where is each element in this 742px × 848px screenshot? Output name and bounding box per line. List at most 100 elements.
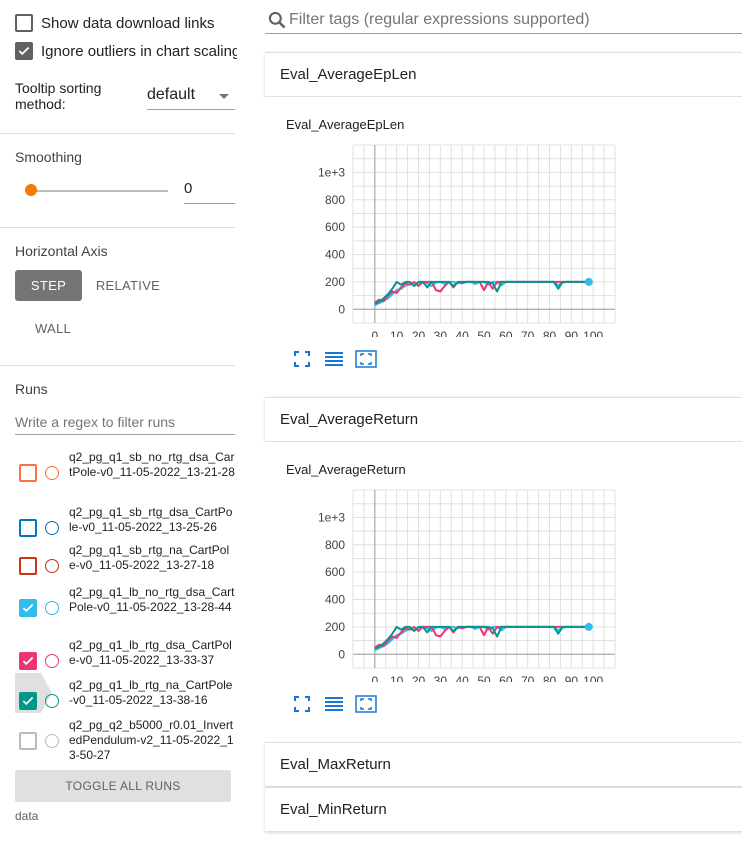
y-tick-label: 0 (338, 647, 345, 661)
chart-card-eval-averageeplen: Eval_AverageEpLen 0 10 20 30 40 50 60 70 80 90 100… (265, 97, 742, 395)
run-color-swatch[interactable] (45, 465, 59, 480)
smoothing-slider-track[interactable] (31, 190, 168, 192)
x-tick-label: 60 (499, 674, 513, 682)
card-header-eval-minreturn[interactable]: Eval_MinReturn (265, 787, 742, 832)
x-tick-label: 0 (371, 329, 378, 337)
toggle-log-scale-icon[interactable] (322, 692, 346, 716)
run-checkbox[interactable] (19, 556, 37, 575)
x-tick-label: 30 (434, 674, 448, 682)
y-tick-label: 1e+3 (318, 510, 345, 524)
check-icon (22, 656, 34, 665)
card-header-eval-averageeplen[interactable]: Eval_AverageEpLen (265, 52, 742, 97)
x-tick-label: 90 (565, 329, 579, 337)
run-color-swatch[interactable] (45, 653, 59, 668)
divider (0, 227, 235, 228)
show-download-links-label: Show data download links (41, 14, 215, 32)
tooltip-sorting-value: default (147, 86, 196, 103)
x-tick-label: 30 (434, 329, 448, 337)
run-checkbox[interactable] (19, 691, 37, 710)
check-icon (22, 603, 34, 612)
y-tick-label: 200 (325, 275, 345, 289)
card-header-eval-averagereturn[interactable]: Eval_AverageReturn (265, 397, 742, 442)
x-tick-label: 20 (412, 329, 426, 337)
card-title: Eval_MaxReturn (280, 756, 391, 773)
tooltip-sorting-select[interactable]: default (147, 84, 235, 110)
show-download-links-toggle[interactable]: Show data download links (15, 14, 237, 32)
fullscreen-icon[interactable] (290, 347, 314, 371)
axis-wall-button[interactable]: WALL (27, 313, 79, 344)
horizontal-axis-title: Horizontal Axis (15, 243, 108, 259)
divider (0, 133, 235, 134)
line-chart[interactable]: 0 10 20 30 40 50 60 70 80 90 100 0 200 400 600 800 1e+3 (265, 442, 742, 682)
run-label: q2_pg_q1_sb_rtg_dsa_CartPole-v0_11-05-20… (69, 505, 233, 534)
run-color-swatch[interactable] (45, 520, 59, 535)
line-chart[interactable]: 0 10 20 30 40 50 60 70 80 90 100 0 200 400 600 800 1e+3 (265, 97, 742, 337)
x-tick-label: 70 (521, 329, 535, 337)
ignore-outliers-toggle[interactable]: Ignore outliers in chart scaling (15, 42, 237, 60)
x-tick-label: 100 (583, 329, 603, 337)
x-tick-label: 10 (390, 674, 404, 682)
smoothing-input[interactable]: 0 (184, 180, 235, 204)
card-title: Eval_AverageEpLen (280, 66, 417, 83)
x-tick-label: 80 (543, 329, 557, 337)
card-title: Eval_MinReturn (280, 801, 387, 818)
run-checkbox[interactable] (19, 463, 37, 482)
ignore-outliers-label: Ignore outliers in chart scaling (41, 42, 237, 60)
card-title: Eval_AverageReturn (280, 411, 419, 428)
check-icon (18, 46, 30, 56)
toggle-all-runs-button[interactable]: TOGGLE ALL RUNS (15, 770, 231, 802)
fit-domain-icon[interactable] (354, 347, 378, 371)
fullscreen-icon[interactable] (290, 692, 314, 716)
run-color-swatch[interactable] (45, 600, 59, 615)
smoothing-slider-thumb[interactable] (25, 184, 37, 196)
run-checkbox[interactable] (19, 651, 37, 670)
filter-tags-input[interactable]: Filter tags (regular expressions support… (265, 6, 742, 34)
fit-domain-icon[interactable] (354, 692, 378, 716)
y-tick-label: 1e+3 (318, 165, 345, 179)
axis-step-button[interactable]: STEP (15, 270, 82, 301)
x-tick-label: 50 (477, 674, 491, 682)
run-checkbox[interactable] (19, 731, 37, 750)
card-header-eval-maxreturn[interactable]: Eval_MaxReturn (265, 742, 742, 787)
y-tick-label: 200 (325, 620, 345, 634)
run-label: q2_pg_q2_b5000_r0.01_InvertedPendulum-v2… (69, 718, 234, 762)
axis-relative-button[interactable]: RELATIVE (92, 270, 164, 301)
run-label: q2_pg_q1_lb_rtg_dsa_CartPole-v0_11-05-20… (69, 638, 232, 667)
tooltip-sorting-label: Tooltip sorting method: (15, 80, 102, 112)
y-tick-label: 600 (325, 220, 345, 234)
runs-title: Runs (15, 381, 48, 397)
run-color-swatch[interactable] (45, 693, 59, 708)
ignore-outliers-checkbox[interactable] (15, 42, 33, 60)
series-end-point (584, 622, 593, 631)
x-tick-label: 80 (543, 674, 557, 682)
x-tick-label: 0 (371, 674, 378, 682)
run-color-swatch[interactable] (45, 733, 59, 748)
search-icon (265, 8, 289, 32)
x-tick-label: 70 (521, 674, 535, 682)
x-tick-label: 10 (390, 329, 404, 337)
data-directory-label: data (15, 809, 39, 823)
y-tick-label: 800 (325, 538, 345, 552)
run-checkbox[interactable] (19, 598, 37, 617)
y-tick-label: 400 (325, 248, 345, 262)
sidebar: Show data download links Ignore outliers… (0, 0, 250, 848)
run-checkbox[interactable] (19, 518, 37, 537)
x-tick-label: 100 (583, 674, 603, 682)
x-tick-label: 40 (455, 329, 469, 337)
show-download-links-checkbox[interactable] (15, 14, 33, 32)
x-tick-label: 50 (477, 329, 491, 337)
run-label: q2_pg_q1_sb_rtg_na_CartPole-v0_11-05-202… (69, 543, 230, 572)
smoothing-title: Smoothing (15, 149, 82, 165)
x-tick-label: 20 (412, 674, 426, 682)
y-tick-label: 0 (338, 302, 345, 316)
run-color-swatch[interactable] (45, 558, 59, 573)
y-tick-label: 600 (325, 565, 345, 579)
x-tick-label: 60 (499, 329, 513, 337)
run-label: q2_pg_q1_lb_rtg_na_CartPole-v0_11-05-202… (69, 678, 233, 707)
toggle-log-scale-icon[interactable] (322, 347, 346, 371)
runs-filter-input[interactable]: Write a regex to filter runs (15, 408, 235, 435)
chart-card-eval-averagereturn: Eval_AverageReturn 0 10 20 30 40 50 60 70 80 90 10… (265, 442, 742, 740)
x-tick-label: 40 (455, 674, 469, 682)
y-tick-label: 800 (325, 193, 345, 207)
run-label: q2_pg_q1_sb_no_rtg_dsa_CartPole-v0_11-05… (69, 450, 235, 479)
